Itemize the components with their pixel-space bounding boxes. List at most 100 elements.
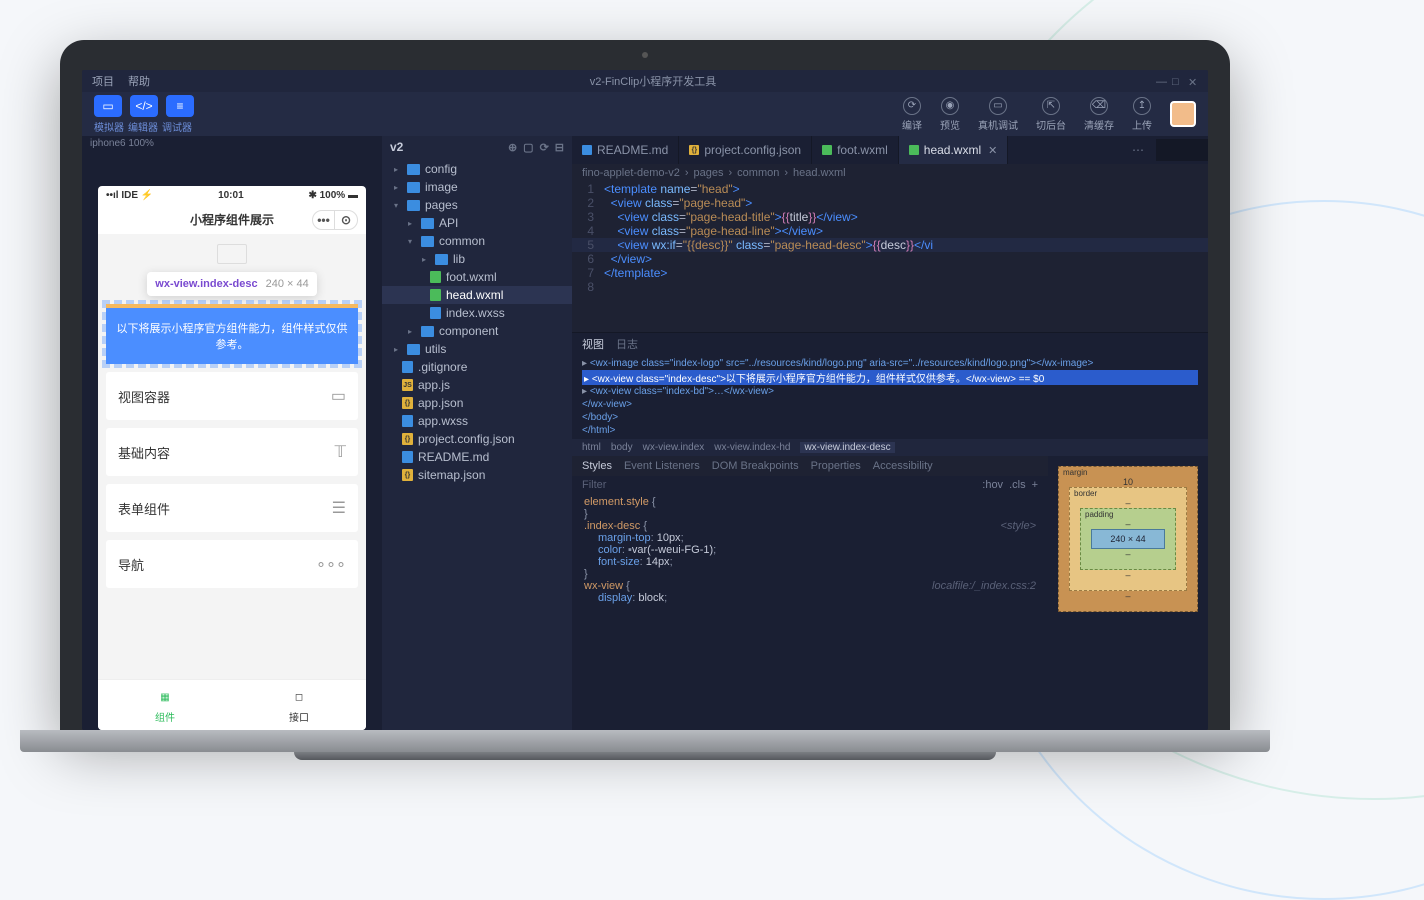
file-app-wxss[interactable]: app.wxss xyxy=(382,412,572,430)
mode-simulator-button[interactable]: ▭ xyxy=(94,95,122,117)
file-app-js[interactable]: JSapp.js xyxy=(382,376,572,394)
event-listeners-tab[interactable]: Event Listeners xyxy=(624,460,700,472)
json-file-icon: {} xyxy=(402,433,413,445)
list-item[interactable]: 基础内容𝕋 xyxy=(106,428,358,476)
tab-readme[interactable]: README.md xyxy=(572,136,679,164)
action-clear-cache[interactable]: ⌫清缓存 xyxy=(1084,97,1114,132)
capsule-close-icon[interactable]: ⊙ xyxy=(335,211,357,229)
file-readme[interactable]: README.md xyxy=(382,448,572,466)
new-file-icon[interactable]: ⊕ xyxy=(508,141,517,154)
folder-pages[interactable]: ▾pages xyxy=(382,196,572,214)
properties-tab[interactable]: Properties xyxy=(811,460,861,472)
component-tab-icon: ▦ xyxy=(98,686,232,709)
file-project-config[interactable]: {}project.config.json xyxy=(382,430,572,448)
devtools-tab-elements[interactable]: 视图 xyxy=(582,336,604,352)
wxml-file-icon xyxy=(430,289,441,301)
action-background[interactable]: ⇱切后台 xyxy=(1036,97,1066,132)
phone-time: 10:01 xyxy=(218,190,244,201)
devtools-tab-console[interactable]: 日志 xyxy=(616,336,638,352)
code-editor[interactable]: 1<template name="head"> 2 <view class="p… xyxy=(572,182,1208,332)
container-icon: ▭ xyxy=(331,386,346,406)
folder-config[interactable]: ▸config xyxy=(382,160,572,178)
add-rule-button[interactable]: + xyxy=(1032,479,1038,491)
window-title: v2-FinClip小程序开发工具 xyxy=(164,73,1142,89)
phone-tab-api[interactable]: ◻接口 xyxy=(232,680,366,730)
styles-tab[interactable]: Styles xyxy=(582,460,612,472)
css-rules[interactable]: element.style { } <style>.index-desc { m… xyxy=(572,494,1048,606)
upload-icon: ↥ xyxy=(1133,97,1151,115)
background-icon: ⇱ xyxy=(1042,97,1060,115)
file-index-wxss[interactable]: index.wxss xyxy=(382,304,572,322)
folder-utils[interactable]: ▸utils xyxy=(382,340,572,358)
capsule-more-icon[interactable]: ••• xyxy=(313,211,335,229)
file-icon xyxy=(402,361,413,373)
refresh-icon[interactable]: ⟳ xyxy=(540,141,549,154)
accessibility-tab[interactable]: Accessibility xyxy=(873,460,933,472)
file-sitemap[interactable]: {}sitemap.json xyxy=(382,466,572,484)
wxml-file-icon xyxy=(430,271,441,283)
md-file-icon xyxy=(582,145,592,155)
remote-icon: ▭ xyxy=(989,97,1007,115)
dom-breakpoints-tab[interactable]: DOM Breakpoints xyxy=(712,460,799,472)
folder-api[interactable]: ▸API xyxy=(382,214,572,232)
preview-icon: ◉ xyxy=(941,97,959,115)
cls-toggle[interactable]: .cls xyxy=(1009,479,1026,491)
action-remote-debug[interactable]: ▭真机调试 xyxy=(978,97,1018,132)
file-foot-wxml[interactable]: foot.wxml xyxy=(382,268,572,286)
mode-simulator-label: 模拟器 xyxy=(94,119,124,134)
avatar[interactable] xyxy=(1170,101,1196,127)
nav-icon: ∘∘∘ xyxy=(316,554,346,574)
styles-filter-input[interactable]: Filter xyxy=(582,479,976,491)
folder-lib[interactable]: ▸lib xyxy=(382,250,572,268)
text-icon: 𝕋 xyxy=(335,442,346,462)
minimize-icon[interactable]: — xyxy=(1156,76,1166,86)
collapse-icon[interactable]: ⊟ xyxy=(555,141,564,154)
folder-icon xyxy=(407,344,420,355)
list-item[interactable]: 导航∘∘∘ xyxy=(106,540,358,588)
folder-image[interactable]: ▸image xyxy=(382,178,572,196)
file-app-json[interactable]: {}app.json xyxy=(382,394,572,412)
file-head-wxml[interactable]: head.wxml xyxy=(382,286,572,304)
camera-dot xyxy=(642,52,648,58)
project-root[interactable]: v2 xyxy=(390,140,403,154)
close-icon[interactable]: ✕ xyxy=(1188,76,1198,86)
dom-tree[interactable]: ▸ <wx-image class="index-logo" src="../r… xyxy=(572,355,1208,439)
mode-editor-button[interactable]: </> xyxy=(130,95,158,117)
tab-project-config[interactable]: {}project.config.json xyxy=(679,136,812,164)
inspect-tooltip: wx-view.index-desc 240 × 44 xyxy=(147,272,316,296)
wxml-file-icon xyxy=(909,145,919,155)
folder-icon xyxy=(435,254,448,265)
mode-debugger-label: 调试器 xyxy=(162,119,192,134)
menu-help[interactable]: 帮助 xyxy=(128,73,150,89)
box-model-content: 240 × 44 xyxy=(1091,529,1165,549)
phone-page-title: 小程序组件展示 xyxy=(190,211,274,228)
action-upload[interactable]: ↥上传 xyxy=(1132,97,1152,132)
tab-foot-wxml[interactable]: foot.wxml xyxy=(812,136,899,164)
form-icon: ☰ xyxy=(332,498,346,518)
list-item[interactable]: 视图容器▭ xyxy=(106,372,358,420)
inspected-element[interactable]: 以下将展示小程序官方组件能力，组件样式仅供参考。 xyxy=(106,304,358,364)
phone-logo-placeholder xyxy=(217,244,247,264)
folder-component[interactable]: ▸component xyxy=(382,322,572,340)
action-preview[interactable]: ◉预览 xyxy=(940,97,960,132)
file-gitignore[interactable]: .gitignore xyxy=(382,358,572,376)
simulator-panel: iphone6 100% ••ıl IDE ⚡ 10:01 ✱ 100% ▬ 小… xyxy=(82,136,382,730)
action-compile[interactable]: ⟳编译 xyxy=(902,97,922,132)
phone-preview: ••ıl IDE ⚡ 10:01 ✱ 100% ▬ 小程序组件展示 ••• ⊙ xyxy=(98,186,366,730)
phone-capsule[interactable]: ••• ⊙ xyxy=(312,210,358,230)
phone-signal: ••ıl IDE ⚡ xyxy=(106,190,153,201)
mode-debugger-button[interactable]: ≡ xyxy=(166,95,194,117)
phone-tab-component[interactable]: ▦组件 xyxy=(98,680,232,730)
new-folder-icon[interactable]: ▢ xyxy=(523,141,533,154)
hov-toggle[interactable]: :hov xyxy=(982,479,1003,491)
compile-icon: ⟳ xyxy=(903,97,921,115)
list-item[interactable]: 表单组件☰ xyxy=(106,484,358,532)
laptop-base xyxy=(20,730,1270,752)
tab-close-icon[interactable]: ✕ xyxy=(988,144,997,157)
menu-project[interactable]: 项目 xyxy=(92,73,114,89)
tab-head-wxml[interactable]: head.wxml✕ xyxy=(899,136,1009,164)
tabs-more-icon[interactable]: ⋯ xyxy=(1124,143,1152,157)
api-tab-icon: ◻ xyxy=(232,686,366,709)
folder-common[interactable]: ▾common xyxy=(382,232,572,250)
maximize-icon[interactable]: □ xyxy=(1172,76,1182,86)
